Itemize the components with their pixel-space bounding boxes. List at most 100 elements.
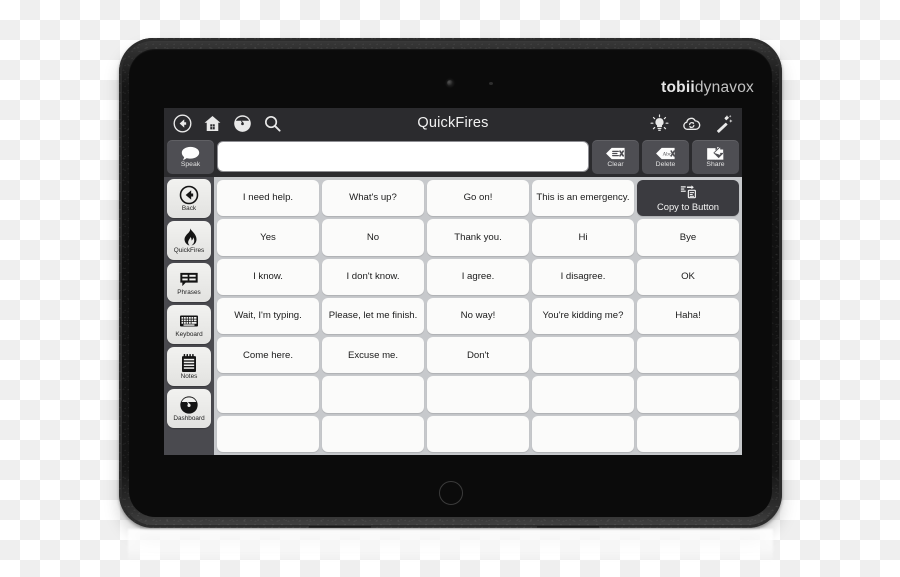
message-bar: Speak Clear Abc Delete Share <box>164 138 742 177</box>
phrase-cell[interactable]: I know. <box>217 258 319 295</box>
tablet-reflection <box>128 529 773 563</box>
empty-cell <box>427 376 529 413</box>
cell-label: I agree. <box>461 271 495 283</box>
back-circle-icon <box>179 185 199 205</box>
sidebar-item-phrases[interactable]: Phrases <box>167 263 211 302</box>
empty-cell <box>637 337 739 374</box>
speak-label: Speak <box>180 160 201 168</box>
copy-to-button-cell[interactable]: Copy to Button <box>637 180 739 217</box>
tablet-device: tobiidynavox QuickFires Speak Clear Abc … <box>119 38 782 528</box>
empty-cell <box>532 337 634 374</box>
sidebar-label-quickfires: QuickFires <box>173 246 205 254</box>
phrases-icon <box>179 269 199 289</box>
titlebar-left-icons <box>173 114 282 133</box>
cell-label: You're kidding me? <box>542 310 624 322</box>
title-bar: QuickFires <box>164 108 742 138</box>
phrase-cell[interactable]: Bye <box>637 219 739 256</box>
phrase-cell[interactable]: Go on! <box>427 180 529 217</box>
speak-button[interactable]: Speak <box>167 140 214 174</box>
sidebar-item-quickfires[interactable]: QuickFires <box>167 221 211 260</box>
empty-cell <box>217 376 319 413</box>
sidebar: Back QuickFires Phrases Keyboard Notes D… <box>164 177 214 455</box>
cell-label: I disagree. <box>560 271 606 283</box>
cell-label: Don't <box>466 349 490 361</box>
clear-button[interactable]: Clear <box>592 140 639 174</box>
delete-label: Delete <box>655 160 676 168</box>
empty-cell <box>322 415 424 452</box>
sidebar-item-dashboard[interactable]: Dashboard <box>167 389 211 428</box>
phrase-cell[interactable]: I agree. <box>427 258 529 295</box>
cloud-sync-icon[interactable] <box>682 114 701 133</box>
phrase-cell[interactable]: No <box>322 219 424 256</box>
cell-label: This is an emergency. <box>536 192 630 204</box>
copy-to-button-icon <box>680 184 697 199</box>
sidebar-label-phrases: Phrases <box>177 288 201 296</box>
clear-label: Clear <box>607 160 624 168</box>
brand-logo: tobiidynavox <box>661 79 754 97</box>
cell-label: Excuse me. <box>347 349 399 361</box>
message-input[interactable] <box>217 141 589 172</box>
cell-label: Please, let me finish. <box>328 310 418 322</box>
cell-label: OK <box>681 271 695 283</box>
svg-text:Abc: Abc <box>662 151 671 157</box>
phrase-cell[interactable]: I don't know. <box>322 258 424 295</box>
phrase-cell[interactable]: What's up? <box>322 180 424 217</box>
search-icon[interactable] <box>263 114 282 133</box>
share-label: Share <box>706 160 725 168</box>
phrase-cell[interactable]: Wait, I'm typing. <box>217 297 319 335</box>
phrase-cell[interactable]: Hi <box>532 219 634 256</box>
dashboard-gauge-icon[interactable] <box>233 114 252 133</box>
phrase-cell[interactable]: You're kidding me? <box>532 297 634 335</box>
keyboard-icon <box>179 311 199 331</box>
phrase-cell[interactable]: Excuse me. <box>322 337 424 374</box>
empty-cell <box>217 415 319 452</box>
phrase-cell[interactable]: I need help. <box>217 180 319 217</box>
magic-wand-icon[interactable] <box>714 114 733 133</box>
flame-icon <box>179 227 199 247</box>
phrase-grid: I need help. What's up? Go on! This is an e… <box>214 177 742 455</box>
home-button[interactable] <box>438 481 463 505</box>
cell-label: Haha! <box>675 310 701 322</box>
phrase-cell[interactable]: Come here. <box>217 337 319 374</box>
cell-label: I don't know. <box>346 271 400 283</box>
sidebar-label-back: Back <box>181 204 197 212</box>
cell-label: Bye <box>679 231 697 243</box>
phrase-cell[interactable]: Please, let me finish. <box>322 297 424 335</box>
sidebar-label-keyboard: Keyboard <box>175 330 203 338</box>
phrase-cell[interactable]: OK <box>637 258 739 295</box>
cell-label: Yes <box>260 231 276 243</box>
phrase-cell[interactable]: Thank you. <box>427 219 529 256</box>
lightbulb-icon[interactable] <box>650 113 669 133</box>
sensor-led-icon <box>489 82 493 85</box>
delete-button[interactable]: Abc Delete <box>642 140 689 174</box>
phrase-cell[interactable]: Haha! <box>637 297 739 335</box>
cell-label: Hi <box>578 231 588 243</box>
phrase-cell[interactable]: Don't <box>427 337 529 374</box>
speech-bubble-icon <box>180 146 201 161</box>
sidebar-item-keyboard[interactable]: Keyboard <box>167 305 211 344</box>
cell-label: No <box>366 231 380 243</box>
empty-cell <box>637 415 739 452</box>
brand-name-light: dynavox <box>694 79 754 96</box>
phrase-cell[interactable]: No way! <box>427 297 529 335</box>
delete-icon: Abc <box>655 146 676 161</box>
sidebar-label-notes: Notes <box>180 372 198 380</box>
sidebar-item-notes[interactable]: Notes <box>167 347 211 386</box>
empty-cell <box>322 376 424 413</box>
front-camera-icon <box>447 80 453 86</box>
sidebar-label-dashboard: Dashboard <box>173 414 205 422</box>
cell-label: Thank you. <box>454 231 502 243</box>
empty-cell <box>427 415 529 452</box>
app-screen: QuickFires Speak Clear Abc Delete Share … <box>164 108 742 455</box>
notepad-icon <box>179 353 199 373</box>
sidebar-item-back[interactable]: Back <box>167 179 211 218</box>
share-button[interactable]: Share <box>692 140 739 174</box>
stand-foot-left <box>309 526 371 528</box>
back-icon[interactable] <box>173 114 192 133</box>
cell-label: No way! <box>460 310 496 322</box>
phrase-cell[interactable]: I disagree. <box>532 258 634 295</box>
home-icon[interactable] <box>203 114 222 133</box>
brand-name-bold: tobii <box>661 79 695 96</box>
phrase-cell[interactable]: Yes <box>217 219 319 256</box>
phrase-cell[interactable]: This is an emergency. <box>532 180 634 217</box>
